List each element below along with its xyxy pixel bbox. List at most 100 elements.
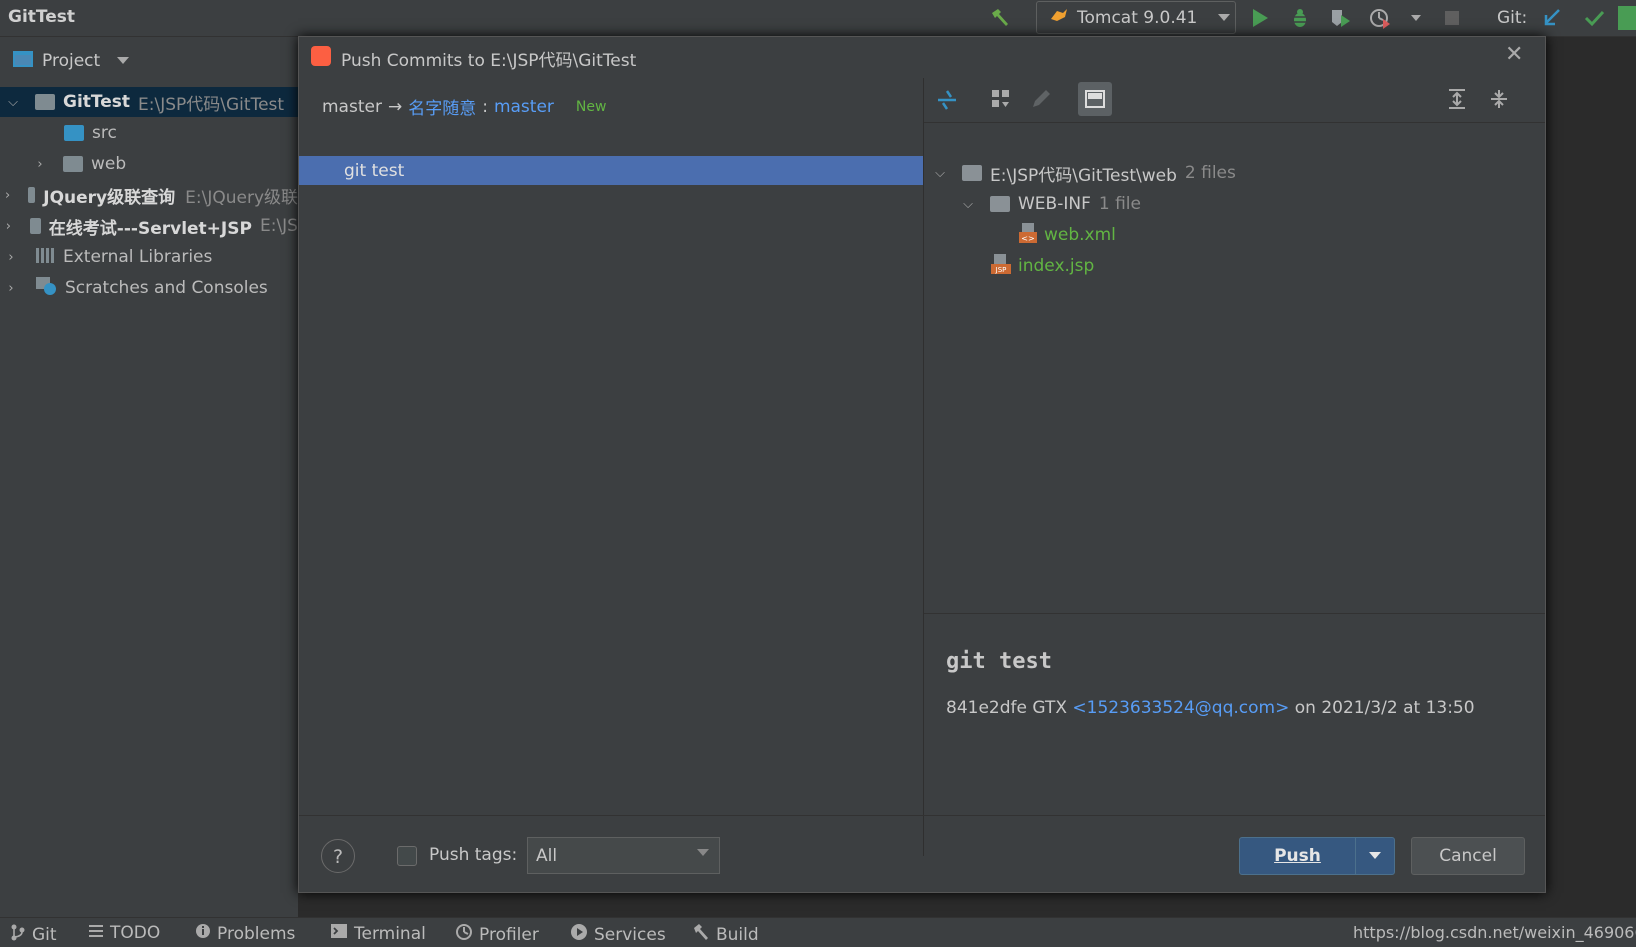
cancel-button[interactable]: Cancel <box>1411 837 1525 875</box>
scratches-icon <box>35 276 57 301</box>
info-icon <box>195 923 211 944</box>
chevron-down-icon[interactable]: ⌵ <box>7 95 19 110</box>
commit-email-link[interactable]: <1523633524@qq.com> <box>1072 698 1289 718</box>
tool-window-services[interactable]: Services <box>570 923 666 946</box>
module-folder-icon <box>35 94 55 110</box>
chevron-down-icon[interactable]: ⌵ <box>962 197 974 212</box>
tree-item-path: E:\JS <box>259 216 298 236</box>
tree-item-label: web <box>91 154 127 174</box>
watermark-url: https://blog.csdn.net/weixin_46906696 <box>1353 923 1636 942</box>
tool-window-profiler[interactable]: Profiler <box>455 923 539 946</box>
files-toolbar <box>924 78 1545 123</box>
commit-list-item[interactable]: git test <box>299 156 923 185</box>
run-config-dropdown[interactable]: Tomcat 9.0.41 <box>1036 1 1236 34</box>
push-button-label[interactable]: Push <box>1240 838 1355 874</box>
changed-root-path: E:\JSP代码\GitTest\web <box>990 165 1177 186</box>
stop-icon[interactable] <box>1440 6 1464 30</box>
changed-file-web-xml[interactable]: <> web.xml <box>924 220 1524 250</box>
group-by-icon[interactable] <box>988 86 1014 112</box>
tree-item-exam[interactable]: › 在线考试---Servlet+JSP E:\JS <box>0 211 298 241</box>
tool-window-build[interactable]: Build <box>692 923 759 946</box>
hammer-icon <box>692 923 710 946</box>
push-button[interactable]: Push <box>1239 837 1395 875</box>
push-tags-checkbox[interactable] <box>397 846 417 866</box>
push-tags-select[interactable]: All <box>527 837 720 874</box>
tool-window-terminal[interactable]: Terminal <box>330 923 426 944</box>
list-icon <box>88 923 104 943</box>
tool-window-label: TODO <box>110 923 161 943</box>
changed-root-folder[interactable]: ⌵ E:\JSP代码\GitTest\web 2 files <box>924 158 1524 188</box>
dialog-footer: ? Push tags: All Push Cancel <box>299 815 1545 893</box>
chevron-down-icon[interactable]: ⌵ <box>934 166 946 181</box>
close-icon[interactable]: ✕ <box>1505 42 1523 67</box>
tool-window-problems[interactable]: Problems <box>195 923 295 944</box>
terminal-icon <box>330 923 348 944</box>
intellij-logo-icon <box>311 46 331 66</box>
tree-item-label: 在线考试---Servlet+JSP <box>48 218 252 239</box>
project-header[interactable]: Project <box>0 37 298 85</box>
commits-pane: master → 名字随意 : master New git test <box>299 78 924 856</box>
tool-window-label: Git <box>32 924 57 945</box>
tree-item-jquery[interactable]: › JQuery级联查询 E:\JQuery级联 <box>0 180 298 210</box>
tree-item-label: Scratches and Consoles <box>65 278 268 298</box>
commit-hash: 841e2dfe <box>946 698 1027 718</box>
push-tags-label: Push tags: <box>429 845 518 865</box>
commit-author: GTX <box>1032 698 1067 718</box>
remote-branch-link[interactable]: master <box>494 97 554 117</box>
tree-item-path: E:\JQuery级联 <box>185 187 298 208</box>
run-icon[interactable] <box>1248 6 1272 30</box>
git-update-icon[interactable] <box>1540 6 1564 30</box>
changed-root-count: 2 files <box>1184 163 1236 183</box>
source-folder-icon <box>64 125 84 141</box>
chevron-right-icon[interactable]: › <box>5 219 12 234</box>
collapse-all-icon[interactable] <box>1486 86 1512 112</box>
commit-meta: 841e2dfe GTX <1523633524@qq.com> on 2021… <box>946 698 1475 718</box>
module-folder-icon <box>29 218 41 234</box>
expand-diff-icon[interactable] <box>934 86 960 112</box>
git-push-icon[interactable] <box>1618 6 1636 30</box>
svg-text:JSP: JSP <box>995 266 1007 274</box>
chevron-right-icon[interactable]: › <box>34 157 46 172</box>
chevron-right-icon[interactable]: › <box>5 188 10 203</box>
tree-item-external-libraries[interactable]: › External Libraries <box>0 242 298 272</box>
branch-mapping-row[interactable]: master → 名字随意 : master New <box>322 94 607 120</box>
changed-file-index-jsp[interactable]: JSP index.jsp <box>924 251 1524 281</box>
changed-file-name: web.xml <box>1044 225 1116 245</box>
tree-item-path: E:\JSP代码\GitTest <box>138 94 285 115</box>
tree-item-web[interactable]: › web <box>0 149 298 179</box>
git-commit-icon[interactable] <box>1582 6 1606 30</box>
folder-icon <box>990 196 1010 212</box>
new-branch-badge: New <box>575 98 607 115</box>
chevron-right-icon[interactable]: › <box>5 281 17 296</box>
commit-title: git test <box>946 649 1052 674</box>
changed-file-name: index.jsp <box>1018 256 1095 276</box>
profile-icon[interactable] <box>1368 6 1392 30</box>
tree-item-label: JQuery级联查询 <box>43 187 176 208</box>
help-button[interactable]: ? <box>321 839 355 873</box>
expand-all-icon[interactable] <box>1444 86 1470 112</box>
edit-source-icon[interactable] <box>1028 86 1054 112</box>
changed-folder-name: WEB-INF <box>1018 194 1091 214</box>
tool-window-todo[interactable]: TODO <box>88 923 160 943</box>
push-commits-dialog: Push Commits to E:\JSP代码\GitTest ✕ maste… <box>298 36 1546 893</box>
show-details-icon[interactable] <box>1078 82 1112 116</box>
changed-folder-web-inf[interactable]: ⌵ WEB-INF 1 file <box>924 189 1524 219</box>
tree-item-src[interactable]: src <box>0 118 298 148</box>
chevron-right-icon[interactable]: › <box>5 250 17 265</box>
xml-file-icon: <> <box>1018 222 1038 249</box>
changed-files-pane: ⌵ E:\JSP代码\GitTest\web 2 files ⌵ WEB-INF… <box>924 78 1545 856</box>
profile-options-chevron-icon[interactable] <box>1409 6 1423 30</box>
remote-name-link[interactable]: 名字随意 <box>408 94 476 119</box>
web-folder-icon <box>63 156 83 172</box>
dialog-title: Push Commits to E:\JSP代码\GitTest <box>341 51 637 71</box>
push-options-chevron-icon[interactable] <box>1356 838 1394 874</box>
coverage-icon[interactable] <box>1328 6 1352 30</box>
tree-item-label: GitTest <box>63 92 131 112</box>
tree-item-gittest[interactable]: ⌵ GitTest E:\JSP代码\GitTest <box>0 87 298 117</box>
tree-item-scratches[interactable]: › Scratches and Consoles <box>0 273 298 303</box>
tool-window-git[interactable]: Git <box>10 923 57 946</box>
debug-icon[interactable] <box>1288 6 1312 30</box>
hammer-icon[interactable] <box>988 6 1012 30</box>
tool-window-label: Problems <box>217 923 296 944</box>
chevron-down-icon <box>1217 8 1231 28</box>
